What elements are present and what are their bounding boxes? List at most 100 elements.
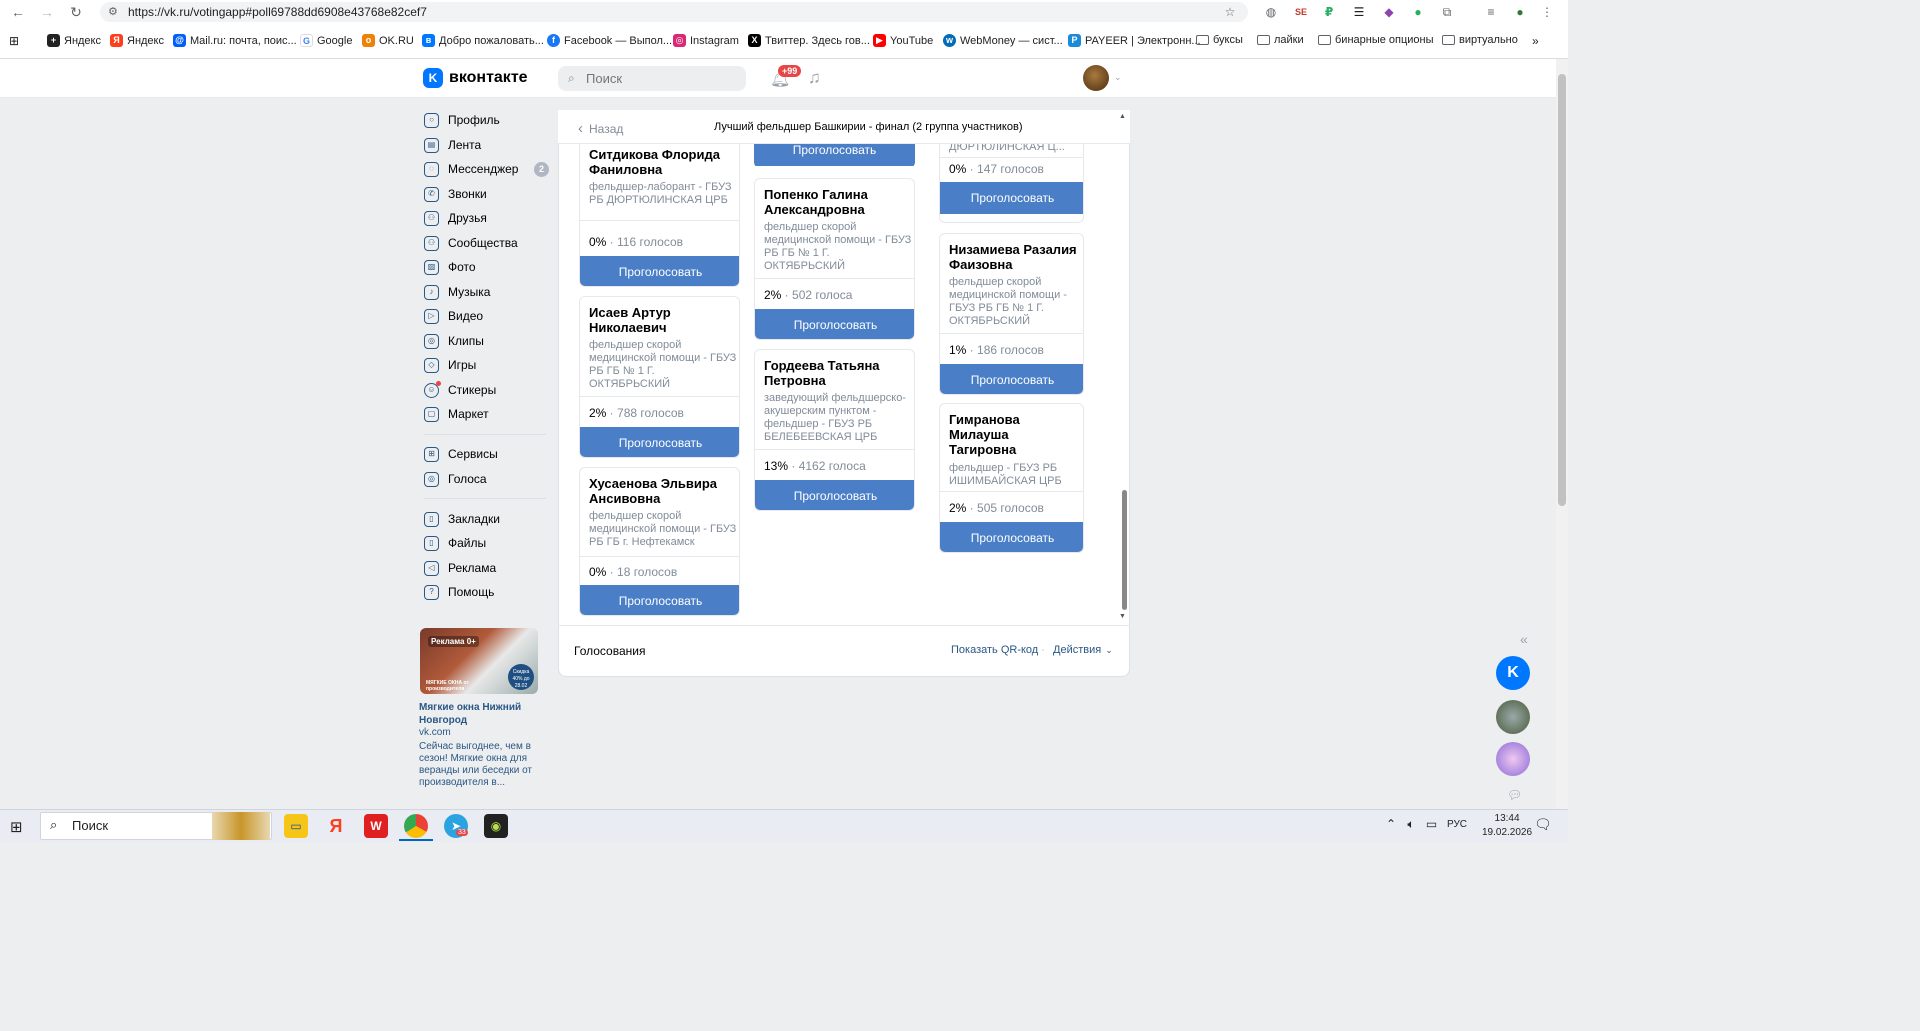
ad-text[interactable]: Сейчас выгоднее, чем в сезон! Мягкие окн… [419, 741, 544, 789]
search-input[interactable] [586, 71, 736, 86]
more-bookmarks-icon[interactable]: » [1532, 34, 1539, 48]
bookmark-google[interactable]: G Google [300, 34, 352, 47]
bookmark-instagram[interactable]: ◎ Instagram [673, 34, 739, 47]
bookmark-folder-options[interactable]: бинарные опционы [1318, 34, 1434, 46]
vote-button[interactable]: Проголосовать [940, 364, 1083, 394]
chat-avatar[interactable] [1496, 700, 1530, 734]
wps-office-icon[interactable]: W [364, 814, 388, 838]
extension-se-icon[interactable]: SE [1292, 3, 1310, 21]
sidebar-item-bookmarks[interactable]: ▯ Закладки [424, 509, 554, 529]
sidebar-item-games[interactable]: ◇ Игры [424, 355, 554, 375]
browser-menu-icon[interactable]: ⋮ [1538, 3, 1556, 21]
user-avatar[interactable] [1083, 65, 1109, 91]
profile-avatar-icon[interactable]: ● [1511, 3, 1529, 21]
page-scrollbar-thumb[interactable] [1558, 74, 1566, 506]
globe-icon[interactable]: ◍ [1262, 3, 1280, 21]
bookmark-yandex-2[interactable]: Я Яндекс [110, 34, 164, 47]
app-circle-icon[interactable]: ◉ [484, 814, 508, 838]
language-indicator[interactable]: РУС [1447, 819, 1467, 830]
bookmark-payeer[interactable]: P PAYEER | Электронн... [1068, 34, 1201, 47]
bookmark-mailru[interactable]: @ Mail.ru: почта, поис... [173, 34, 297, 47]
vote-stats: 13% · 4162 голоса [764, 459, 866, 473]
vk-brand[interactable]: вконтакте [449, 69, 528, 87]
card-divider [580, 556, 739, 557]
bookmark-youtube[interactable]: ▶ YouTube [873, 34, 933, 47]
notifications-icon[interactable]: 🗨︎ [1534, 816, 1552, 833]
vote-button[interactable]: Проголосовать [580, 427, 739, 457]
bookmark-webmoney[interactable]: w WebMoney — сист... [943, 34, 1063, 47]
vote-button[interactable]: Проголосовать [580, 256, 739, 286]
sidebar-item-feed[interactable]: ▤ Лента [424, 135, 554, 155]
system-tray-icons[interactable]: ⌃ 🔈︎ ▭ [1386, 817, 1441, 832]
yandex-browser-icon[interactable]: Я [324, 814, 348, 838]
bookmark-facebook[interactable]: f Facebook — Выпол... [547, 34, 672, 47]
bookmark-twitter[interactable]: X Твиттер. Здесь гов... [748, 34, 870, 47]
apps-grid-icon[interactable]: ⊞ [9, 34, 19, 48]
gem-extension-icon[interactable]: ◆ [1380, 3, 1398, 21]
scroll-up-arrow-icon[interactable]: ▲ [1119, 113, 1126, 120]
chrome-icon[interactable] [404, 814, 428, 838]
sidebar-item-votes[interactable]: ◎ Голоса [424, 469, 554, 489]
extension-stack-icon[interactable]: ☰ [1350, 3, 1368, 21]
ruble-extension-icon[interactable]: ₽ [1320, 3, 1338, 21]
ad-title[interactable]: Мягкие окна Нижний Новгород [419, 701, 544, 727]
reading-list-icon[interactable]: ≡ [1482, 3, 1500, 21]
sidebar-item-clips[interactable]: ◎ Клипы [424, 331, 554, 351]
star-icon[interactable]: ☆ [1221, 3, 1239, 21]
music-note-icon[interactable]: ♫ [808, 68, 821, 88]
clock-time: 13:44 [1494, 813, 1520, 824]
chevron-down-icon[interactable]: ⌄ [1114, 72, 1122, 83]
sidebar-item-photo[interactable]: ▨ Фото [424, 257, 554, 277]
sidebar-item-friends[interactable]: ⚇ Друзья [424, 208, 554, 228]
sidebar-item-help[interactable]: ? Помощь [424, 582, 554, 602]
bookmark-vk[interactable]: в Добро пожаловать... [422, 34, 544, 47]
sidebar-item-market[interactable]: ▢ Маркет [424, 404, 554, 424]
poll-scrollbar-thumb[interactable] [1122, 490, 1127, 610]
bookmark-folder-likes[interactable]: лайки [1257, 34, 1304, 46]
vote-button[interactable]: Проголосовать [755, 480, 914, 510]
vote-button[interactable]: Проголосовать [755, 309, 914, 339]
bookmark-ok[interactable]: o OK.RU [362, 34, 414, 47]
vote-button[interactable]: Проголосовать [754, 144, 915, 166]
chat-avatar[interactable] [1496, 742, 1530, 776]
bookmark-folder-virtual[interactable]: виртуально [1442, 34, 1518, 46]
sidebar-item-profile[interactable]: ○ Профиль [424, 110, 554, 130]
sidebar-item-video[interactable]: ▷ Видео [424, 306, 554, 326]
sidebar-item-phone[interactable]: ✆ Звонки [424, 184, 554, 204]
file-explorer-icon[interactable]: ▭ [284, 814, 308, 838]
ad-domain[interactable]: vk.com [419, 727, 451, 738]
vk-quick-icon[interactable]: K [1496, 656, 1530, 690]
sidebar-item-music[interactable]: ♪ Музыка [424, 282, 554, 302]
vk-logo-icon[interactable]: K [423, 68, 443, 88]
forward-arrow-icon[interactable]: → [37, 3, 57, 21]
bookmark-label: Mail.ru: почта, поис... [190, 34, 297, 47]
sidebar-item-stickers[interactable]: ☺ Стикеры [424, 380, 554, 400]
collapse-chevrons-icon[interactable]: « [1520, 631, 1528, 647]
vote-button[interactable]: Проголосовать [940, 522, 1083, 552]
green-extension-icon[interactable]: ● [1409, 3, 1427, 21]
candidate-name: Гордеева Татьяна Петровна [764, 358, 880, 388]
back-button[interactable]: ‹ Назад [578, 120, 623, 137]
sidebar-item-communities[interactable]: ⚇ Сообщества [424, 233, 554, 253]
windows-start-icon[interactable]: ⊞ [10, 818, 23, 836]
back-arrow-icon[interactable]: ← [8, 3, 28, 21]
sidebar-item-ads[interactable]: ◁ Реклама [424, 558, 554, 578]
actions-dropdown[interactable]: Действия ⌄ [1053, 644, 1113, 656]
clock[interactable]: 13:44 19.02.2026 [1482, 812, 1532, 840]
extensions-puzzle-icon[interactable]: ⧉ [1438, 3, 1456, 21]
bookmark-yandex-1[interactable]: + Яндекс [47, 34, 101, 47]
menu-divider [424, 498, 546, 499]
sidebar-item-services[interactable]: ⊞ Сервисы [424, 444, 554, 464]
url-text[interactable]: https://vk.ru/votingapp#poll69788dd6908e… [128, 5, 427, 19]
site-settings-icon[interactable]: ⚙ [108, 5, 118, 18]
vote-button[interactable]: Проголосовать [940, 182, 1083, 214]
reload-icon[interactable]: ↻ [66, 3, 86, 21]
new-dot [436, 380, 441, 386]
vote-button[interactable]: Проголосовать [580, 585, 739, 615]
bookmark-label: бинарные опционы [1335, 34, 1434, 46]
show-qr-link[interactable]: Показать QR-код · [951, 644, 1045, 656]
scroll-down-arrow-icon[interactable]: ▼ [1119, 613, 1126, 620]
bookmark-folder-buksy[interactable]: буксы [1196, 34, 1243, 46]
chat-bubble-icon[interactable]: 💬︎ [1507, 788, 1522, 802]
sidebar-item-files[interactable]: ▯ Файлы [424, 533, 554, 553]
